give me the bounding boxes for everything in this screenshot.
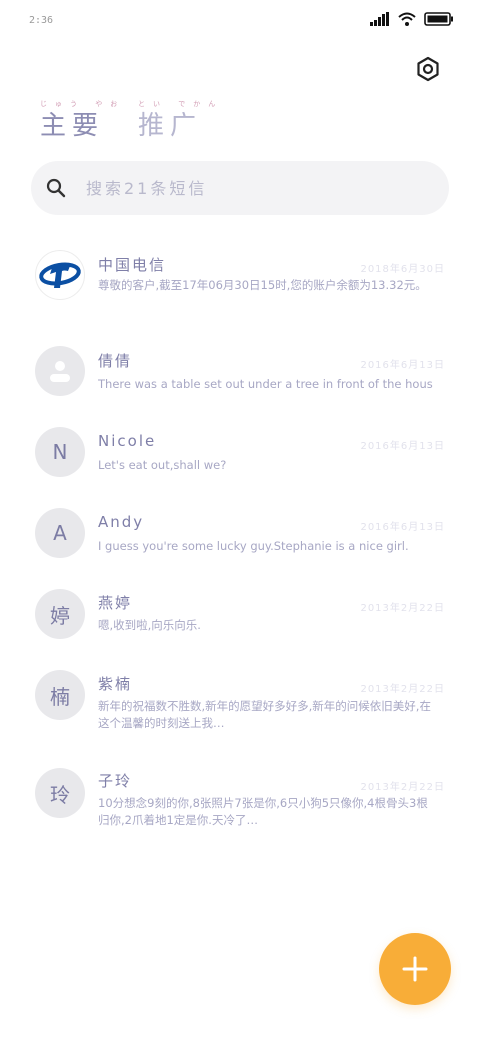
avatar: 楠 (35, 670, 85, 720)
conversation-name: 紫楠 (98, 675, 133, 693)
conversation-snippet: I guess you're some lucky guy.Stephanie … (98, 539, 409, 553)
person-icon (50, 361, 70, 382)
status-icons (370, 12, 454, 26)
conversation-snippet: 尊敬的客户,截至17年06月30日15时,您的账户余额为13.32元。 (98, 278, 427, 292)
avatar-letter: N (52, 440, 68, 464)
conversation-snippet: There was a table set out under a tree i… (98, 377, 433, 391)
conversation-date: 2013年2月22日 (360, 782, 445, 793)
conversation-date: 2016年6月13日 (360, 360, 445, 371)
conversation-date: 2016年6月13日 (360, 522, 445, 533)
battery-icon (424, 12, 453, 26)
settings-button[interactable] (413, 54, 443, 84)
conversation-name: 子玲 (98, 772, 133, 790)
conversation-date: 2013年2月22日 (360, 684, 445, 695)
search-input[interactable] (84, 177, 408, 199)
conversation-snippet: 10分想念9刻的你,8张照片7张是你,6只小狗5只像你,4根骨头3根归你,2爪着… (98, 796, 428, 827)
avatar-letter: A (53, 521, 67, 545)
new-message-button[interactable] (379, 933, 451, 1005)
conversation-date: 2016年6月13日 (360, 441, 445, 452)
plus-icon (402, 956, 428, 982)
tab-primary-label: 主要 (40, 111, 105, 141)
avatar: 婷 (35, 589, 85, 639)
tab-promotions[interactable]: とい でかん 推广 (138, 100, 215, 142)
conversation-name: 燕婷 (98, 594, 133, 612)
tab-primary[interactable]: じゅう やお 主要 (40, 100, 117, 142)
conversation-name: 中国电信 (98, 256, 167, 274)
tab-primary-ruby: じゅう やお (40, 100, 126, 108)
conversation-name: 倩倩 (98, 352, 133, 370)
conversation-date: 2013年2月22日 (360, 603, 445, 614)
avatar-letter: 玲 (50, 782, 70, 807)
signal-icon (370, 12, 389, 26)
status-bar: 2:36 (0, 0, 480, 40)
tab-bar: じゅう やお 主要 とい でかん 推广 (40, 100, 215, 142)
avatar: N (35, 427, 85, 477)
conversation-name: Andy (98, 513, 145, 531)
search-icon (46, 178, 66, 198)
avatar (35, 346, 85, 396)
wifi-icon (398, 12, 416, 26)
conversation-snippet: 嗯,收到啦,向乐向乐. (98, 618, 201, 632)
china-telecom-logo-icon (39, 262, 81, 288)
avatar-letter: 婷 (50, 603, 70, 628)
conversation-snippet: Let's eat out,shall we? (98, 458, 227, 472)
avatar-letter: 楠 (50, 684, 70, 709)
avatar: A (35, 508, 85, 558)
conversation-date: 2018年6月30日 (360, 264, 445, 275)
avatar (35, 250, 85, 300)
search-bar[interactable] (31, 161, 449, 215)
conversation-snippet: 新年的祝福数不胜数,新年的愿望好多好多,新年的问候依旧美好,在这个温馨的时刻送上… (98, 699, 431, 730)
tab-promotions-ruby: とい でかん (138, 100, 224, 108)
tab-promotions-label: 推广 (138, 111, 203, 141)
avatar: 玲 (35, 768, 85, 818)
conversation-name: Nicole (98, 432, 157, 450)
status-time: 2:36 (29, 15, 54, 26)
hexagon-settings-icon (417, 56, 439, 82)
